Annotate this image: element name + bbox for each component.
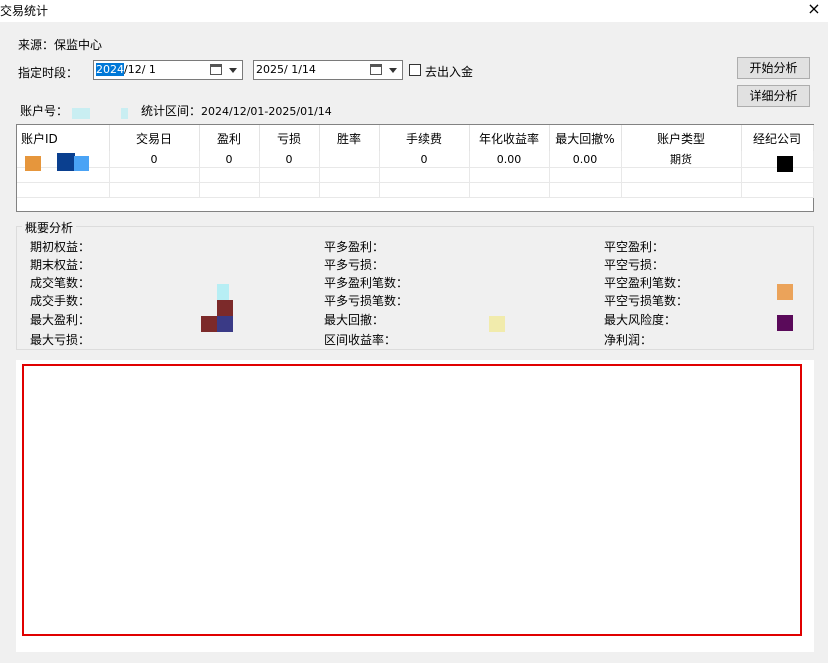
redacted-block [777,284,793,300]
stat-label: 平多亏损笔数： [324,294,409,308]
stat-label: 平多盈利： [324,240,385,254]
col-header[interactable]: 最大回撤% [549,125,622,151]
stat-label: 最大风险度： [604,313,677,327]
summary-title: 概要分析 [22,219,77,236]
redacted-block [217,300,233,316]
table-row[interactable] [17,167,814,183]
redacted-block [57,153,75,171]
col-header[interactable]: 经纪公司 [741,125,814,151]
source-value: 保监中心 [54,38,103,52]
range-value: 2024/12/01-2025/01/14 [201,105,332,118]
range-label: 统计区间：2024/12/01-2025/01/14 [141,104,332,118]
table-cell [319,151,380,168]
col-header[interactable]: 账户ID [17,125,110,151]
summary-group [16,226,814,350]
stat-label: 成交手数： [30,294,91,308]
table-cell: 0 [109,151,200,168]
stat-label: 平空盈利： [604,240,665,254]
stat-label: 平空盈利笔数： [604,276,689,290]
stat-label: 平空亏损笔数： [604,294,689,308]
redacted-block [217,316,233,332]
stat-label: 净利润： [604,333,653,347]
chevron-down-icon[interactable] [229,68,237,73]
detail-analysis-button[interactable]: 详细分析 [737,85,810,107]
stat-label: 平多盈利笔数： [324,276,409,290]
redacted-block [489,316,505,332]
redacted-block [777,315,793,331]
table-cell: 0 [199,151,260,168]
col-header[interactable]: 手续费 [379,125,470,151]
exclude-transfer-checkbox[interactable] [409,64,421,76]
table-row[interactable]: 0 0 0 0 0.00 0.00 期货 [17,151,814,168]
stat-label: 最大亏损： [30,333,91,347]
col-header[interactable]: 亏损 [259,125,320,151]
exclude-transfer-label: 去出入金 [425,65,474,79]
start-date-picker[interactable]: 2024/12/ 1 [93,60,243,80]
table-cell: 0.00 [549,151,622,168]
col-header[interactable]: 账户类型 [621,125,742,151]
chevron-down-icon[interactable] [389,68,397,73]
title-bar [0,0,828,22]
stat-label: 区间收益率： [324,333,397,347]
calendar-icon[interactable] [370,64,382,75]
window-title: 交易统计 [0,4,49,18]
end-date-picker[interactable]: 2025/ 1/14 [253,60,403,80]
account-id-redacted [72,108,90,119]
redacted-block [25,156,41,171]
stat-label: 平多亏损： [324,258,385,272]
start-analysis-button[interactable]: 开始分析 [737,57,810,79]
stat-label: 期初权益： [30,240,91,254]
redacted-block [217,284,229,300]
stat-label: 平空亏损： [604,258,665,272]
account-label: 账户号： [20,104,69,118]
table-cell: 0 [259,151,320,168]
start-date-rest: /12/ 1 [124,63,156,76]
stat-label: 最大回撤： [324,313,385,327]
col-header[interactable]: 交易日 [109,125,200,151]
redacted-block [74,156,89,171]
table-header: 账户ID 交易日 盈利 亏损 胜率 手续费 年化收益率 最大回撤% 账户类型 经… [17,125,814,151]
period-label: 指定时段： [18,66,79,80]
table-cell: 0 [379,151,470,168]
account-id-redacted [121,108,128,119]
table-cell: 期货 [621,151,742,168]
stat-label: 最大盈利： [30,313,91,327]
col-header[interactable]: 胜率 [319,125,380,151]
col-header[interactable]: 年化收益率 [469,125,550,151]
account-table[interactable]: 账户ID 交易日 盈利 亏损 胜率 手续费 年化收益率 最大回撤% 账户类型 经… [16,124,814,212]
highlight-box [22,364,802,636]
stat-label: 成交笔数： [30,276,91,290]
table-cell: 0.00 [469,151,550,168]
redacted-block [777,156,793,172]
calendar-icon[interactable] [210,64,222,75]
table-row[interactable] [17,182,814,198]
stat-label: 期末权益： [30,258,91,272]
source-label: 来源：保监中心 [18,38,103,52]
close-icon[interactable]: × [804,0,824,18]
end-date-value: 2025/ 1/14 [256,63,316,76]
redacted-block [201,316,217,332]
col-header[interactable]: 盈利 [199,125,260,151]
start-date-year: 2024 [96,63,124,76]
